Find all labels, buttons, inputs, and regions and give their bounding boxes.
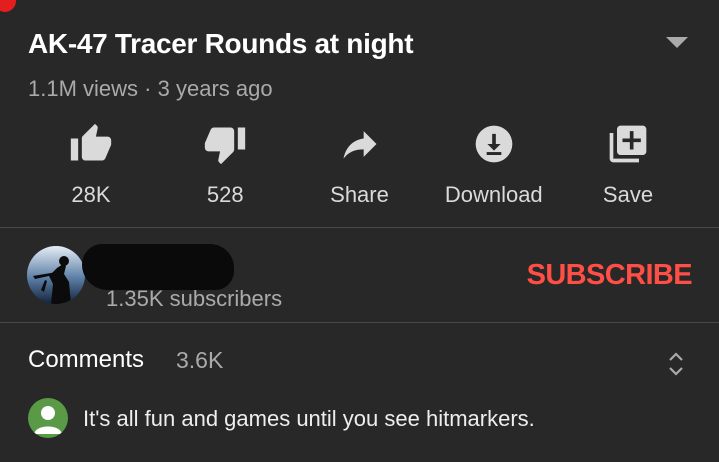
channel-avatar[interactable] — [27, 246, 85, 304]
share-button[interactable]: Share — [293, 122, 427, 212]
save-playlist-icon — [609, 125, 647, 163]
meta-separator: · — [144, 76, 152, 101]
divider — [0, 322, 719, 323]
like-count: 28K — [71, 182, 111, 207]
top-comment-text: It's all fun and games until you see hit… — [83, 406, 535, 431]
download-button[interactable]: Download — [427, 122, 561, 212]
subscribe-button[interactable]: SUBSCRIBE — [527, 259, 693, 292]
avatar-image — [27, 246, 85, 304]
recording-indicator — [0, 0, 16, 12]
comments-heading[interactable]: Comments — [28, 346, 144, 374]
save-label: Save — [602, 182, 654, 207]
dislike-count: 528 — [206, 182, 244, 207]
share-label: Share — [330, 182, 389, 207]
thumbs-down-icon — [205, 127, 246, 165]
expand-collapse-icon[interactable] — [666, 349, 686, 379]
dislike-button[interactable]: 528 — [158, 122, 292, 212]
subscriber-count: 1.35K subscribers — [106, 286, 283, 311]
person-icon — [34, 406, 62, 434]
save-button[interactable]: Save — [561, 122, 695, 212]
video-title: AK-47 Tracer Rounds at night — [28, 28, 414, 59]
share-icon — [343, 131, 376, 159]
download-label: Download — [444, 182, 543, 207]
action-bar: 28K 528 Share Download Save — [24, 122, 695, 212]
redacted-channel-name — [82, 244, 234, 290]
chevron-down-icon[interactable] — [665, 36, 689, 50]
upload-age: 3 years ago — [157, 76, 273, 101]
video-title-row[interactable]: AK-47 Tracer Rounds at night — [28, 24, 699, 64]
commenter-avatar[interactable] — [28, 398, 68, 438]
view-count: 1.1M views — [28, 76, 139, 101]
divider — [0, 227, 719, 228]
video-meta: 1.1M views · 3 years ago — [28, 76, 273, 102]
download-icon — [475, 125, 513, 163]
like-button[interactable]: 28K — [24, 122, 158, 212]
comments-count: 3.6K — [176, 347, 224, 373]
thumbs-up-icon — [70, 123, 112, 161]
